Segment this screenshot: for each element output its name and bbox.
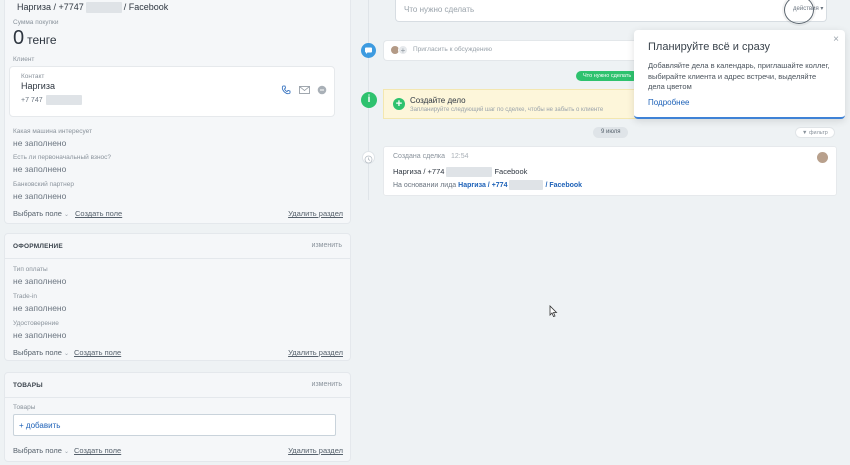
field-value[interactable]: не заполнено [13, 276, 66, 286]
divider [5, 397, 350, 398]
date-separator: 9 июля [593, 127, 629, 138]
contact-name[interactable]: Наргиза [21, 81, 55, 91]
discussion-placeholder: Пригласить к обсуждению [413, 46, 492, 53]
select-field-dropdown[interactable]: Выбрать поле ⌄ [13, 209, 69, 218]
deal-amount[interactable]: 0 тенге [13, 27, 57, 50]
create-field-link[interactable]: Создать поле [75, 209, 122, 218]
messenger-icon[interactable] [317, 82, 327, 100]
event-title: Создана сделка [393, 153, 446, 160]
field-value[interactable]: не заполнено [13, 191, 66, 201]
chevron-down-icon: ⌄ [64, 449, 70, 455]
discussion-input[interactable]: + Пригласить к обсуждению [383, 40, 636, 61]
field-value[interactable]: не заполнено [13, 330, 66, 340]
todo-placeholder: Что нужно сделать [404, 5, 475, 14]
field-label: Тип оплаты [13, 266, 48, 273]
mouse-cursor [549, 305, 558, 323]
client-label: Клиент [13, 56, 35, 63]
field-value[interactable]: не заполнено [13, 164, 66, 174]
amount-label: Сумма покупки [13, 19, 59, 26]
section-tovary: ТОВАРЫ изменить Товары + добавить Выбрат… [4, 372, 351, 462]
todo-pill: Что нужно сделать [576, 71, 639, 81]
field-label: Удостоверение [13, 320, 59, 327]
filter-label: фильтр [808, 130, 828, 136]
field-label: Есть ли первоначальный взнос? [13, 154, 112, 161]
chevron-down-icon: ⌄ [64, 351, 70, 357]
event-time: 12:54 [451, 153, 469, 160]
add-task-icon[interactable]: + [393, 98, 405, 110]
popover-title: Планируйте всё и сразу [648, 41, 771, 53]
add-goods-button[interactable]: + добавить [13, 414, 336, 436]
delete-section-link[interactable]: Удалить раздел [288, 348, 343, 357]
main-info-card: Наргиза / +7747/ Facebook Сумма покупки … [4, 0, 351, 224]
section-oformlenie: ОФОРМЛЕНИЕ изменить Тип оплаты не заполн… [4, 233, 351, 361]
avatar [817, 152, 828, 163]
select-field-label: Выбрать поле [13, 446, 62, 455]
select-field-dropdown[interactable]: Выбрать поле ⌄ [13, 446, 69, 455]
popover-body: Добавляйте дела в календарь, приглашайте… [648, 61, 830, 91]
field-label: Банковский партнер [13, 181, 74, 188]
event-lead-suffix: Facebook [494, 167, 528, 176]
deal-title-prefix: Наргиза / +7747 [17, 2, 84, 12]
lead-link-suffix: / Facebook [545, 181, 583, 189]
contact-phone[interactable]: +7 747 [21, 95, 82, 105]
change-link[interactable]: изменить [312, 381, 342, 388]
section-title: ОФОРМЛЕНИЕ [13, 243, 63, 250]
redacted-block [45, 95, 82, 105]
add-goods-label: + добавить [19, 421, 61, 430]
info-icon: i [361, 92, 377, 108]
filter-button[interactable]: ▼ фильтр [795, 127, 835, 138]
contact-card[interactable]: Контакт Наргиза +7 747 [9, 66, 335, 117]
goods-label: Товары [13, 404, 36, 411]
event-line: Наргиза / +774 Facebook [393, 167, 528, 178]
deal-title[interactable]: Наргиза / +7747 / Facebook [17, 2, 169, 14]
chevron-down-icon: ⌄ [64, 212, 70, 218]
lead-link-prefix: Наргиза / +774 [458, 181, 508, 189]
create-task-block[interactable]: + Создайте дело Запланируйте следующий ш… [383, 89, 636, 119]
create-field-link[interactable]: Создать поле [74, 446, 121, 455]
select-field-dropdown[interactable]: Выбрать поле ⌄ [13, 348, 69, 357]
field-value[interactable]: не заполнено [13, 303, 66, 313]
contact-label: Контакт [21, 73, 45, 80]
todo-input[interactable]: Что нужно сделать действия ▾ [395, 0, 827, 22]
select-field-label: Выбрать поле [13, 348, 62, 357]
amount-value: 0 [13, 27, 25, 49]
event-lead-text: Наргиза / +774 [393, 167, 445, 176]
lead-link[interactable]: Наргиза / +774 / Facebook [458, 180, 583, 190]
deal-title-suffix: / Facebook [123, 2, 169, 12]
chat-icon [361, 43, 376, 58]
redacted-block [446, 167, 493, 178]
learn-more-link[interactable]: Подробнее [648, 98, 690, 107]
divider [5, 258, 350, 259]
field-value[interactable]: не заполнено [13, 138, 66, 148]
create-task-title: Создайте дело [410, 96, 466, 105]
delete-section-link[interactable]: Удалить раздел [288, 446, 343, 455]
delete-section-link[interactable]: Удалить раздел [288, 209, 343, 218]
planning-tip-popover: × Планируйте всё и сразу Добавляйте дела… [634, 30, 845, 119]
deal-sidebar: Наргиза / +7747/ Facebook Сумма покупки … [0, 0, 360, 465]
field-label: Какая машина интересует [13, 128, 93, 135]
close-icon[interactable]: × [833, 34, 839, 45]
phone-icon[interactable] [281, 82, 291, 100]
select-field-label: Выбрать поле [13, 209, 62, 218]
redacted-block [509, 180, 544, 190]
mail-icon[interactable] [299, 82, 310, 100]
filter-icon: ▼ [802, 130, 808, 136]
currency-label: тенге [27, 33, 57, 47]
field-label: Trade-in [13, 293, 37, 300]
event-basis-label: На основании лида [393, 181, 457, 189]
add-user-icon[interactable]: + [398, 45, 408, 55]
contact-phone-prefix: +7 747 [21, 96, 43, 104]
create-task-hint: Запланируйте следующий шаг по сделке, чт… [410, 107, 604, 113]
redacted-block [85, 2, 122, 14]
create-field-link[interactable]: Создать поле [74, 348, 121, 357]
section-title: ТОВАРЫ [13, 382, 43, 389]
event-basis-line: На основании лида Наргиза / +774 / Facebo… [393, 180, 582, 190]
clock-icon [362, 151, 375, 164]
change-link[interactable]: изменить [312, 242, 342, 249]
event-deal-created: Создана сделка 12:54 Наргиза / +774 Faceb… [383, 146, 837, 196]
event-header: Создана сделка 12:54 [393, 153, 469, 160]
